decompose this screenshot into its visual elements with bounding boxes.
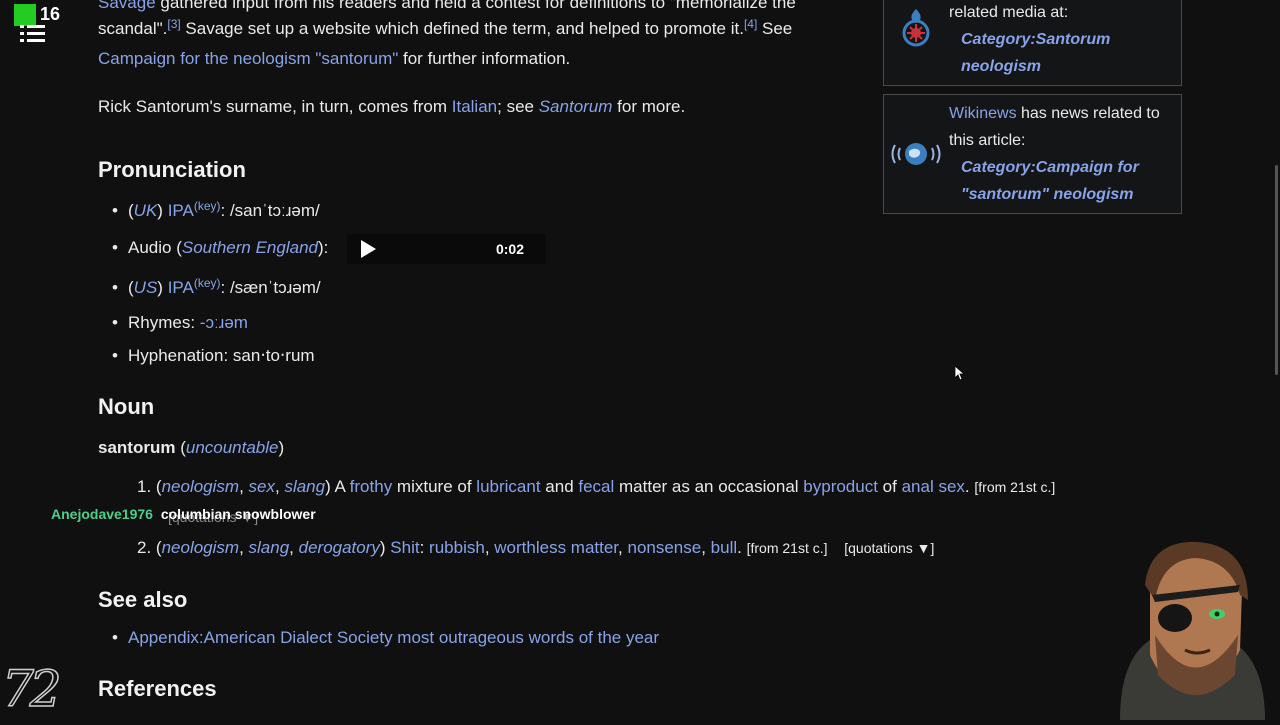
- ipa-link-us[interactable]: IPA: [168, 278, 194, 297]
- play-icon[interactable]: [361, 240, 376, 258]
- tag-slang-link[interactable]: slang: [284, 477, 325, 496]
- nonsense-link[interactable]: nonsense: [627, 538, 701, 557]
- uncountable-link[interactable]: uncountable: [186, 438, 279, 457]
- appendix-link[interactable]: Appendix:American Dialect Society most o…: [128, 628, 659, 647]
- anal-sex-link[interactable]: anal sex: [902, 477, 965, 496]
- ipa-key-link-us[interactable]: (key): [194, 276, 221, 290]
- date-note-2: [from 21st c.]: [746, 540, 828, 556]
- wikinews-logo-icon: [889, 139, 943, 174]
- pronunciation-heading: Pronunciation: [98, 157, 246, 182]
- headword: santorum: [98, 438, 176, 457]
- tag2-neologism-link[interactable]: neologism: [162, 538, 240, 557]
- commons-box: related media at: Category:Santorum neolo…: [883, 0, 1182, 86]
- headword-line: santorum (uncountable): [98, 438, 285, 457]
- ref-3-link[interactable]: [3]: [167, 17, 180, 31]
- surname-paragraph: Rick Santorum's surname, in turn, comes …: [98, 97, 686, 116]
- definition-2: 2. (neologism, slang, derogatory) Shit: …: [137, 538, 935, 557]
- commons-category-link[interactable]: Category:Santorum neologism: [961, 26, 1110, 80]
- wikinews-text-2: this article:: [949, 132, 1026, 149]
- pronunciation-rhymes: Rhymes: -ɔːɹəm: [112, 313, 248, 333]
- chat-message: Anejodave1976 columbian snowblower: [51, 506, 316, 522]
- pronunciation-us: (US) IPA(key): /sænˈtɔɹəm/: [112, 276, 321, 298]
- shit-link[interactable]: Shit: [390, 538, 419, 557]
- ipa-key-link-uk[interactable]: (key): [194, 199, 221, 213]
- audio-player[interactable]: 0:02: [347, 234, 546, 264]
- mouse-cursor-icon: [954, 365, 966, 386]
- lubricant-link[interactable]: lubricant: [476, 477, 540, 496]
- etymology-line-2: scandal".[3] Savage set up a website whi…: [98, 17, 793, 38]
- streamer-avatar: [1100, 540, 1280, 725]
- frothy-link[interactable]: frothy: [350, 477, 393, 496]
- tag2-derogatory-link[interactable]: derogatory: [299, 538, 380, 557]
- references-heading: References: [98, 676, 217, 701]
- etymology-line-3: Campaign for the neologism "santorum" fo…: [98, 49, 571, 68]
- santorum-link[interactable]: Santorum: [539, 97, 613, 116]
- byproduct-link[interactable]: byproduct: [803, 477, 878, 496]
- quotations-toggle-2[interactable]: [quotations ▼]: [844, 540, 934, 556]
- fecal-link[interactable]: fecal: [578, 477, 614, 496]
- see-also-heading: See also: [98, 587, 188, 612]
- tag-neologism-link[interactable]: neologism: [162, 477, 240, 496]
- noun-heading: Noun: [98, 394, 155, 419]
- channel-logo: 72: [1, 659, 62, 719]
- us-link[interactable]: US: [134, 278, 158, 297]
- tag-sex-link[interactable]: sex: [249, 477, 275, 496]
- chat-username: Anejodave1976: [51, 506, 153, 522]
- pronunciation-audio: Audio (Southern England):: [112, 238, 328, 258]
- pronunciation-uk: (UK) IPA(key): /sanˈtɔːɹəm/: [112, 199, 320, 221]
- wikinews-category-link[interactable]: Category:Campaign for "santorum" neologis…: [961, 154, 1139, 208]
- scrollbar-thumb[interactable]: [1275, 165, 1278, 375]
- ipa-link-uk[interactable]: IPA: [168, 201, 194, 220]
- savage-link[interactable]: Savage: [98, 0, 156, 12]
- ref-4-link[interactable]: [4]: [744, 17, 757, 31]
- campaign-link[interactable]: Campaign for the neologism "santorum": [98, 49, 398, 68]
- table-of-contents-icon[interactable]: [20, 22, 46, 46]
- definition-1: 1. (neologism, sex, slang) A frothy mixt…: [137, 477, 1056, 496]
- southern-england-link[interactable]: Southern England: [182, 238, 318, 257]
- rhymes-link[interactable]: -ɔːɹəm: [200, 313, 248, 332]
- wikinews-box: Wikinews has news related to this articl…: [883, 94, 1182, 214]
- commons-text: related media at:: [949, 4, 1069, 21]
- audio-duration: 0:02: [495, 241, 524, 257]
- see-also-item: Appendix:American Dialect Society most o…: [112, 628, 659, 648]
- rubbish-link[interactable]: rubbish: [429, 538, 485, 557]
- pronunciation-hyphenation: Hyphenation: san‧to‧rum: [112, 346, 315, 366]
- worthless-matter-link[interactable]: worthless matter: [494, 538, 618, 557]
- uk-link[interactable]: UK: [134, 201, 158, 220]
- commons-logo-icon: [898, 7, 934, 54]
- italian-link[interactable]: Italian: [452, 97, 497, 116]
- wikinews-link[interactable]: Wikinews: [949, 105, 1017, 122]
- wikinews-text-1: Wikinews has news related to: [949, 105, 1160, 122]
- date-note-1: [from 21st c.]: [974, 479, 1056, 495]
- tag2-slang-link[interactable]: slang: [249, 538, 290, 557]
- bull-link[interactable]: bull: [711, 538, 737, 557]
- chat-text: columbian snowblower: [160, 506, 316, 522]
